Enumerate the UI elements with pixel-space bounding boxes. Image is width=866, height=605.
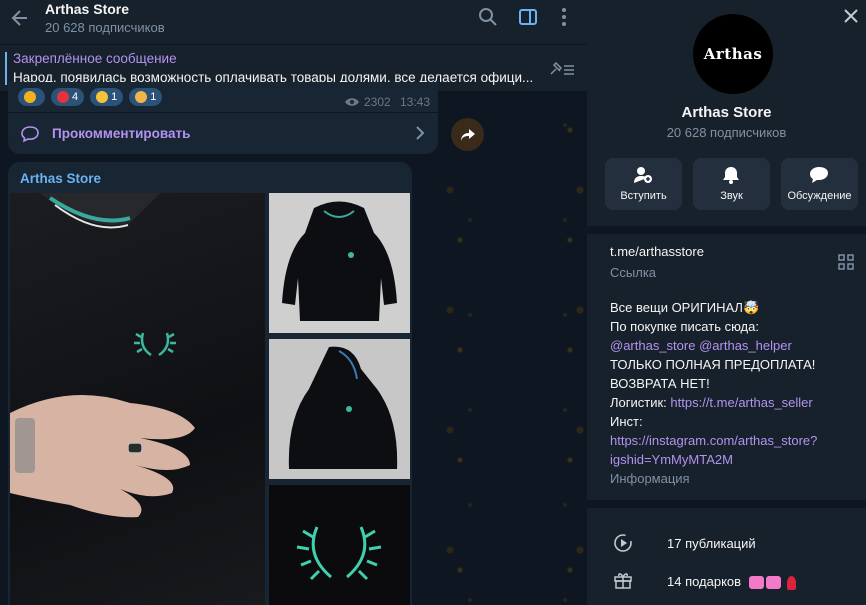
search-icon[interactable]	[477, 6, 499, 28]
share-arrow-icon	[460, 128, 475, 141]
add-user-icon	[634, 167, 652, 183]
gift-rose-icon	[786, 575, 796, 590]
handle-helper-link[interactable]: @arthas_helper	[699, 338, 792, 353]
back-arrow-icon[interactable]	[10, 8, 30, 28]
close-icon[interactable]	[843, 8, 859, 24]
avatar-logo-text: Arthas	[703, 45, 763, 63]
handle-store-link[interactable]: @arthas_store	[610, 338, 695, 353]
chevron-right-icon	[416, 126, 425, 140]
heart-eyes-emoji-icon	[96, 91, 109, 103]
views-count: 2302	[364, 95, 391, 109]
gifts-row[interactable]: 14 подарков	[667, 574, 796, 590]
chat-area: Arthas Store 20 628 подписчиков Закреплё…	[0, 0, 587, 605]
section-divider	[587, 500, 866, 508]
pinned-indicator	[5, 52, 7, 85]
publications-icon	[614, 534, 632, 552]
album-author[interactable]: Arthas Store	[20, 171, 101, 186]
join-button[interactable]: Вступить	[605, 158, 682, 210]
insta-link-line2[interactable]: igshid=YmMyMTA2M	[610, 450, 817, 469]
logistics-link[interactable]: https://t.me/arthas_seller	[670, 395, 812, 410]
desc-line-noreturn: ВОЗВРАТА НЕТ!	[610, 376, 710, 391]
logistics-label: Логистик:	[610, 395, 671, 410]
qr-code-icon[interactable]	[838, 254, 854, 270]
sound-label: Звук	[720, 190, 743, 202]
comment-button[interactable]: Прокомментировать	[8, 112, 438, 153]
share-button[interactable]	[451, 118, 484, 151]
discussion-label: Обсуждение	[787, 190, 852, 202]
comment-label: Прокомментировать	[52, 126, 191, 141]
hoodie-worn-illustration	[10, 193, 195, 518]
reaction-heart-eyes[interactable]: 1	[90, 88, 124, 106]
publications-count[interactable]: 17 публикаций	[667, 536, 756, 551]
pinned-title: Закреплённое сообщение	[13, 51, 177, 66]
handshake-emoji-icon	[135, 91, 148, 103]
desc-line-contact: По покупке писать сюда:	[610, 319, 759, 334]
gift-heart-icon	[748, 576, 764, 590]
reactions-row: 4 1 1	[18, 88, 163, 106]
photo-hoodie-side[interactable]	[269, 339, 410, 479]
reaction-count: 4	[72, 91, 79, 103]
photo-logo-closeup[interactable]	[269, 485, 410, 605]
panel-title: Arthas Store	[681, 104, 772, 121]
desc-handles: @arthas_store @arthas_helper	[610, 336, 817, 355]
star-emoji-icon	[24, 91, 36, 103]
reaction-handshake[interactable]: 1	[129, 88, 163, 106]
photo-hoodie-front[interactable]	[269, 193, 410, 333]
heart-emoji-icon	[57, 91, 69, 103]
insta-link-line1[interactable]: https://instagram.com/arthas_store?	[610, 431, 817, 450]
views-counter: 2302	[344, 95, 391, 109]
chat-subscribers: 20 628 подписчиков	[45, 20, 165, 35]
panel-subscribers: 20 628 подписчиков	[666, 125, 787, 140]
channel-link[interactable]: t.me/arthasstore	[610, 242, 704, 261]
sound-button[interactable]: Звук	[693, 158, 770, 210]
chat-bubble-icon	[810, 167, 828, 183]
desc-line-original: Все вещи ОРИГИНАЛ🤯	[610, 300, 760, 315]
channel-description: Все вещи ОРИГИНАЛ🤯 По покупке писать сюд…	[610, 298, 817, 488]
section-divider	[587, 226, 866, 234]
hoodie-side-illustration	[288, 346, 398, 469]
bell-icon	[723, 167, 739, 184]
desc-logistics: Логистик: https://t.me/arthas_seller	[610, 393, 817, 412]
reaction-heart[interactable]: 4	[51, 88, 85, 106]
more-options-icon[interactable]	[553, 6, 575, 28]
channel-avatar[interactable]: Arthas	[693, 14, 773, 94]
gift-heart-icon	[765, 576, 781, 590]
pinned-list-icon[interactable]	[548, 60, 576, 78]
message-time: 13:43	[400, 95, 431, 109]
desc-insta-label: Инст:	[610, 414, 643, 429]
chat-header: Arthas Store 20 628 подписчиков	[0, 0, 587, 44]
channel-info-panel: Arthas Arthas Store 20 628 подписчиков В…	[587, 0, 866, 605]
desc-line-prepay: ТОЛЬКО ПОЛНАЯ ПРЕДОПЛАТА!	[610, 357, 816, 372]
join-label: Вступить	[620, 190, 667, 202]
reaction-count: 1	[111, 91, 118, 103]
comment-icon	[21, 126, 39, 143]
reaction-count: 1	[150, 91, 157, 103]
eye-icon	[345, 98, 359, 106]
gifts-count: 14 подарков	[667, 574, 742, 589]
discussion-button[interactable]: Обсуждение	[781, 158, 858, 210]
reaction-star[interactable]	[18, 88, 45, 106]
gift-icon	[614, 573, 632, 589]
link-caption: Ссылка	[610, 265, 657, 280]
photo-hoodie-worn[interactable]	[10, 193, 265, 605]
laurel-logo-illustration	[296, 526, 382, 581]
message-bubble: 4 1 1 2302 13:43 Прокомментировать	[8, 82, 438, 154]
album-message: Arthas Store	[8, 162, 412, 605]
hoodie-front-illustration	[282, 201, 397, 321]
sidebar-toggle-icon[interactable]	[517, 6, 539, 28]
description-caption: Информация	[610, 471, 690, 486]
chat-title[interactable]: Arthas Store	[45, 1, 129, 17]
